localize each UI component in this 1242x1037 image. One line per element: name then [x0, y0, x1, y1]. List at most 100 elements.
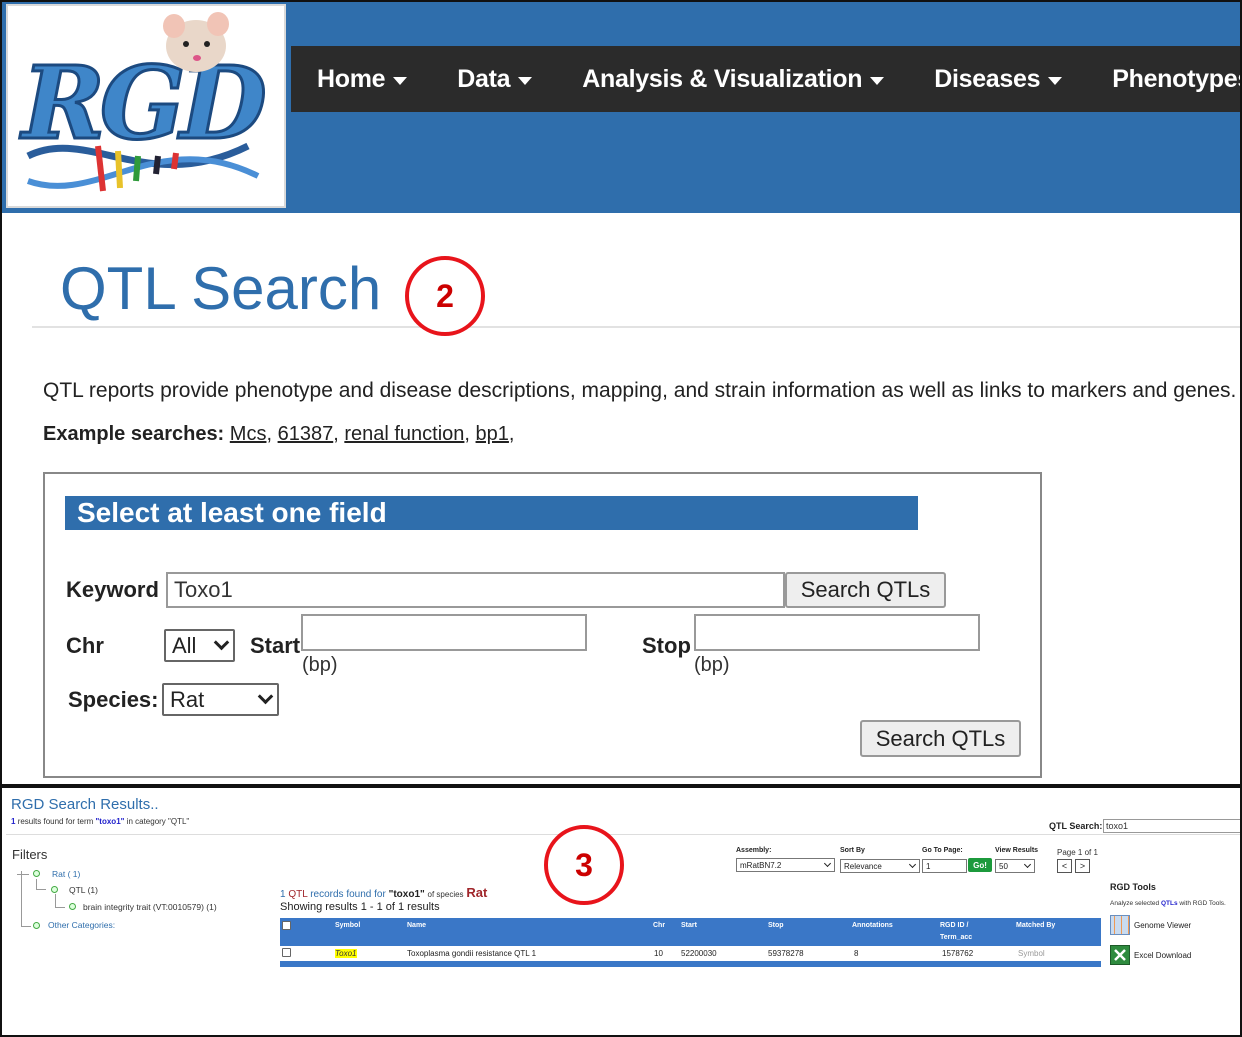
- results-title: RGD Search Results..: [11, 796, 159, 813]
- chevron-down-icon: [908, 860, 917, 869]
- rgd-tools-desc: Analyze selected QTLs with RGD Tools.: [1110, 900, 1226, 907]
- genome-viewer-link[interactable]: Genome Viewer: [1134, 921, 1191, 930]
- col-symbol[interactable]: Symbol: [335, 922, 360, 929]
- tree-line: [55, 894, 56, 907]
- records-summary: 1 QTL records found for "toxo1" of speci…: [280, 885, 487, 900]
- records-count: 1: [280, 889, 286, 900]
- tools-desc-text-end: with RGD Tools.: [1179, 900, 1226, 907]
- nav-analysis-label: Analysis & Visualization: [582, 64, 863, 93]
- caret-down-icon: [1048, 76, 1063, 85]
- row-start: 52200030: [681, 949, 717, 958]
- filter-other-categories[interactable]: Other Categories:: [48, 920, 115, 930]
- qtl-search-input[interactable]: toxo1: [1103, 819, 1240, 833]
- col-term-acc[interactable]: Term_acc: [940, 934, 972, 941]
- tools-desc-text: Analyze selected: [1110, 900, 1160, 907]
- results-category: in category "QTL": [126, 817, 190, 826]
- filter-rat[interactable]: Rat ( 1): [52, 869, 80, 879]
- start-label: Start: [250, 633, 301, 658]
- nav-phenotypes[interactable]: Phenotypes & Models: [1112, 65, 1240, 94]
- callout-badge-3: 3: [544, 825, 624, 905]
- filter-qtl[interactable]: QTL (1): [69, 885, 98, 895]
- search-qtls-button-top[interactable]: Search QTLs: [785, 572, 946, 608]
- stop-input[interactable]: [694, 614, 980, 651]
- row-checkbox[interactable]: [282, 948, 291, 957]
- filter-node-icon: [33, 922, 40, 929]
- chevron-down-icon: [1023, 860, 1032, 869]
- assembly-value: mRatBN7.2: [740, 860, 782, 870]
- chevron-down-icon: [257, 688, 274, 705]
- tree-line: [21, 871, 22, 926]
- col-chr[interactable]: Chr: [653, 922, 665, 929]
- examples-label: Example searches:: [43, 423, 225, 445]
- rgd-logo-image: R G D: [18, 12, 268, 192]
- assembly-select[interactable]: mRatBN7.2: [736, 858, 835, 872]
- example-link-bp1[interactable]: bp1: [476, 423, 509, 445]
- page-description: QTL reports provide phenotype and diseas…: [43, 379, 1237, 402]
- example-link-renal-function[interactable]: renal function: [344, 423, 464, 445]
- species-select-value: Rat: [170, 686, 205, 712]
- table-row: Toxo1 Toxoplasma gondii resistance QTL 1…: [280, 946, 1101, 961]
- results-subtitle: 1 results found for term "toxo1" in cate…: [11, 817, 189, 826]
- results-table: Symbol Name Chr Start Stop Annotations R…: [280, 918, 1101, 967]
- col-matched-by[interactable]: Matched By: [1016, 922, 1055, 929]
- chr-select[interactable]: All: [164, 629, 235, 662]
- view-results-select[interactable]: 50: [995, 859, 1035, 873]
- sort-select[interactable]: Relevance: [840, 859, 920, 873]
- next-page-button[interactable]: >: [1075, 859, 1090, 873]
- goto-input[interactable]: 1: [922, 859, 967, 873]
- nav-home[interactable]: Home: [317, 65, 408, 94]
- excel-download-link[interactable]: Excel Download: [1134, 951, 1191, 960]
- records-text: records found for: [310, 889, 386, 900]
- keyword-label: Keyword: [66, 577, 159, 602]
- select-all-checkbox[interactable]: [282, 921, 291, 930]
- chr-select-value: All: [172, 632, 197, 658]
- col-start[interactable]: Start: [681, 922, 697, 929]
- start-input[interactable]: [301, 614, 587, 651]
- example-searches: Example searches: Mcs, 61387, renal func…: [43, 423, 515, 445]
- tree-line: [21, 926, 31, 927]
- view-results-value: 50: [999, 861, 1008, 871]
- genome-viewer-icon[interactable]: [1110, 915, 1130, 935]
- records-term: "toxo1": [388, 889, 425, 900]
- example-link-mcs[interactable]: Mcs: [230, 423, 267, 445]
- tree-line: [55, 907, 65, 908]
- title-divider: [32, 326, 1240, 328]
- qtl-search-page: R G D Home Data Analysis & Visualization…: [0, 0, 1242, 786]
- sort-label: Sort By: [840, 847, 865, 854]
- table-footer: [280, 961, 1101, 967]
- stop-unit: (bp): [694, 654, 730, 676]
- example-link-61387[interactable]: 61387: [278, 423, 334, 445]
- col-annotations[interactable]: Annotations: [852, 922, 893, 929]
- filter-node-icon: [69, 903, 76, 910]
- nav-data[interactable]: Data: [457, 65, 533, 94]
- tree-line: [36, 879, 37, 889]
- col-rgd-id[interactable]: RGD ID /: [940, 922, 968, 929]
- qtl-search-form: Select at least one field Keyword Toxo1 …: [43, 472, 1042, 778]
- col-name[interactable]: Name: [407, 922, 426, 929]
- caret-down-icon: [518, 76, 533, 85]
- nav-diseases[interactable]: Diseases: [934, 64, 1063, 94]
- keyword-input[interactable]: Toxo1: [166, 572, 785, 608]
- col-stop[interactable]: Stop: [768, 922, 784, 929]
- chr-label: Chr: [66, 633, 104, 658]
- results-divider: [6, 834, 1240, 835]
- caret-down-icon: [393, 76, 408, 85]
- filter-trait[interactable]: brain integrity trait (VT:0010579) (1): [83, 902, 217, 912]
- prev-page-button[interactable]: <: [1057, 859, 1072, 873]
- nav-analysis[interactable]: Analysis & Visualization: [582, 64, 885, 94]
- rgd-logo[interactable]: R G D: [6, 4, 286, 208]
- row-name: Toxoplasma gondii resistance QTL 1: [407, 949, 537, 958]
- row-rgd-id: 1578762: [942, 949, 974, 958]
- row-annotations: 8: [854, 949, 859, 958]
- tools-desc-qtls: QTLs: [1160, 900, 1178, 907]
- row-symbol[interactable]: Toxo1: [335, 949, 357, 958]
- nav-diseases-label: Diseases: [934, 64, 1041, 93]
- species-select[interactable]: Rat: [162, 683, 279, 716]
- records-type: QTL: [288, 889, 308, 900]
- results-term: "toxo1": [95, 817, 125, 826]
- search-qtls-button[interactable]: Search QTLs: [860, 720, 1021, 757]
- main-nav: Home Data Analysis & Visualization Disea…: [291, 46, 1240, 112]
- excel-icon[interactable]: [1110, 945, 1130, 965]
- records-species: Rat: [466, 885, 488, 900]
- go-button[interactable]: Go!: [968, 858, 992, 872]
